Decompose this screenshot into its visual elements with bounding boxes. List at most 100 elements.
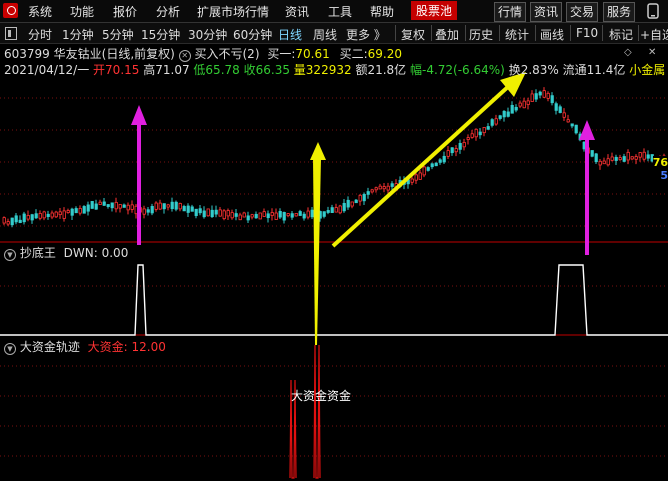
signal-label: 买入不亏(2)	[194, 47, 260, 61]
tab-1min[interactable]: 1分钟	[62, 26, 94, 43]
candle-body	[278, 211, 282, 218]
stock-chart[interactable]	[0, 44, 668, 481]
chevron-down-icon[interactable]: ▼	[4, 249, 16, 261]
candle-body	[2, 217, 6, 224]
tab-30min[interactable]: 30分钟	[188, 26, 227, 43]
app-logo-icon[interactable]	[3, 3, 18, 18]
toolbar-separator	[395, 25, 396, 41]
news-button[interactable]: 资讯	[530, 2, 562, 22]
chevron-down-icon[interactable]: ▼	[4, 343, 16, 355]
candle-body	[342, 202, 346, 212]
candle-body	[486, 126, 490, 130]
buy2-value: 69.20	[367, 47, 402, 61]
menu-analysis[interactable]: 分析	[156, 3, 180, 20]
quote-float-cap: 流通11.4亿	[562, 63, 626, 77]
phone-icon[interactable]	[643, 3, 663, 19]
indicator1-name[interactable]: 抄底王	[20, 246, 56, 260]
diamond-icon[interactable]: ◇	[624, 47, 632, 58]
service-button[interactable]: 服务	[603, 2, 635, 22]
quote-info-line: 603799 华友钴业(日线,前复权) ✕ 买入不亏(2) 买一:70.61 买…	[4, 45, 402, 62]
candle-body	[74, 208, 78, 214]
buy1-value: 70.61	[295, 47, 330, 61]
candle-body	[642, 151, 646, 160]
candle-body	[266, 213, 270, 219]
candle-body	[202, 210, 206, 218]
candle-body	[6, 221, 10, 225]
draw-line-button[interactable]: 画线	[540, 26, 564, 43]
candle-body	[610, 156, 614, 161]
statistics-button[interactable]: 统计	[505, 26, 529, 43]
close-icon[interactable]: ✕	[648, 47, 656, 58]
add-watchlist-button[interactable]: +自选	[640, 26, 668, 43]
overlay-button[interactable]: 叠加	[435, 26, 459, 43]
indicator1-value: DWN: 0.00	[63, 246, 129, 260]
candle-body	[102, 201, 106, 206]
quote-low: 低65.78	[193, 63, 240, 77]
candle-body	[82, 206, 86, 214]
menu-help[interactable]: 帮助	[370, 3, 394, 20]
candle-body	[18, 219, 22, 223]
candle-body	[570, 123, 574, 127]
candle-body	[230, 212, 234, 219]
candle-body	[26, 214, 30, 220]
candle-body	[626, 151, 630, 161]
magenta-arrow-left	[131, 105, 147, 245]
history-button[interactable]: 历史	[469, 26, 493, 43]
tab-15min[interactable]: 15分钟	[141, 26, 180, 43]
big-money-annotation: 大资金资金	[291, 389, 352, 403]
candle-body	[618, 157, 622, 161]
candle-body	[310, 209, 314, 218]
buy1-label: 买一:	[267, 47, 296, 61]
candle-body	[646, 154, 650, 159]
restore-rights-button[interactable]: 复权	[401, 26, 425, 43]
market-button[interactable]: 行情	[494, 2, 526, 22]
menu-tools[interactable]: 工具	[328, 3, 352, 20]
trade-button[interactable]: 交易	[566, 2, 598, 22]
tab-timeshare[interactable]: 分时	[28, 26, 52, 43]
f10-button[interactable]: F10	[576, 26, 598, 40]
menu-function[interactable]: 功能	[70, 3, 94, 20]
candle-body	[370, 189, 374, 193]
tab-more[interactable]: 更多 》	[346, 26, 386, 43]
menu-stock-pool[interactable]: 股票池	[411, 1, 458, 20]
tab-weekly[interactable]: 周线	[313, 26, 337, 43]
menu-quote[interactable]: 报价	[113, 3, 137, 20]
menu-system[interactable]: 系统	[28, 3, 52, 20]
tab-daily[interactable]: 日线	[278, 26, 302, 43]
menu-extended-market[interactable]: 扩展市场行情	[197, 3, 269, 20]
candle-body	[386, 185, 390, 191]
candle-body	[490, 119, 494, 126]
candle-body	[206, 208, 210, 217]
candle-body	[530, 93, 534, 102]
candle-body	[182, 206, 186, 212]
candle-body	[86, 204, 90, 212]
candle-body	[178, 203, 182, 210]
mark-button[interactable]: 标记	[609, 26, 633, 43]
tab-60min[interactable]: 60分钟	[233, 26, 272, 43]
candle-body	[274, 212, 278, 220]
candle-body	[294, 212, 298, 217]
tab-5min[interactable]: 5分钟	[102, 26, 134, 43]
quote-sector-tag[interactable]: 小金属	[629, 63, 665, 77]
candle-body	[346, 199, 350, 208]
candle-body	[390, 183, 394, 187]
chart-mode: (日线,前复权)	[101, 47, 175, 61]
candle-body	[442, 155, 446, 163]
candle-body	[58, 211, 62, 216]
candle-body	[550, 95, 554, 104]
candle-body	[170, 201, 174, 210]
candle-body	[54, 211, 58, 218]
indicator2-name[interactable]: 大资金轨迹	[20, 340, 80, 354]
candle-body	[46, 213, 50, 217]
candle-body	[150, 206, 154, 214]
candle-body	[594, 153, 598, 163]
candle-body	[142, 208, 146, 215]
menu-news[interactable]: 资讯	[285, 3, 309, 20]
sidebar-toggle-icon[interactable]	[5, 27, 17, 40]
yellow-arrow-diagonal	[331, 72, 526, 248]
candle-body	[286, 213, 290, 217]
candle-body	[458, 142, 462, 150]
candle-body	[350, 201, 354, 207]
candle-body	[382, 186, 386, 190]
stock-code: 603799	[4, 47, 50, 61]
